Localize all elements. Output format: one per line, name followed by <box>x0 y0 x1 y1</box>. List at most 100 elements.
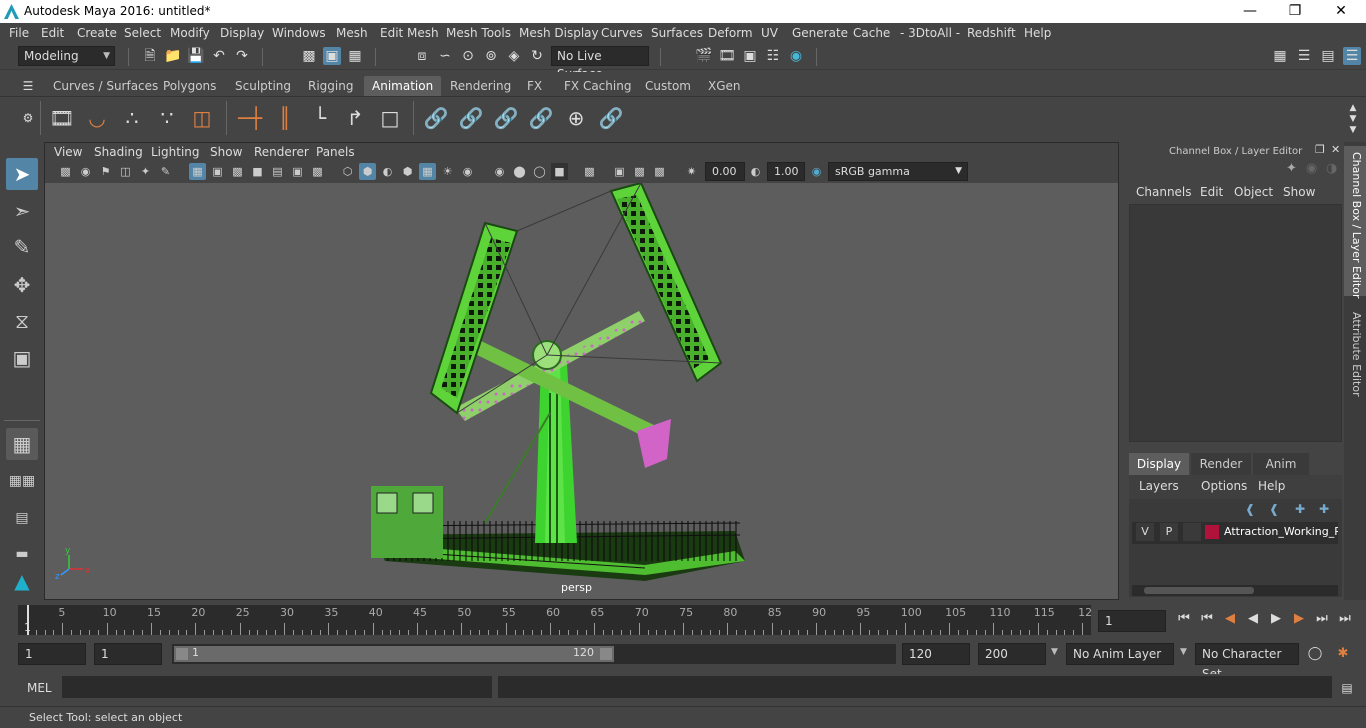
manipulator-icon[interactable]: ◉ <box>1306 161 1317 176</box>
four-view-layout-icon[interactable]: ▦▦ <box>6 465 38 497</box>
redo-icon[interactable]: ↷ <box>233 47 251 65</box>
shelf-tab-curves-surfaces[interactable]: Curves / Surfaces <box>45 76 166 96</box>
single-view-layout-icon[interactable]: ▦ <box>6 428 38 460</box>
save-scene-icon[interactable]: 💾 <box>187 47 205 65</box>
aim-constraint-icon[interactable]: ⊕ <box>563 105 589 131</box>
command-input[interactable] <box>62 676 492 698</box>
character-set-chevron-icon[interactable]: ▼ <box>1180 647 1187 657</box>
open-scene-icon[interactable]: 📁 <box>164 47 182 65</box>
object-menu[interactable]: Object <box>1234 185 1273 199</box>
close-panel-icon[interactable]: ✕ <box>1331 143 1340 156</box>
menu-display[interactable]: Display <box>220 26 264 40</box>
layers-menu[interactable]: Layers <box>1139 479 1179 493</box>
render-frame-icon[interactable]: 🎞 <box>718 47 736 65</box>
snap-view-icon[interactable]: ⊚ <box>482 47 500 65</box>
menu-edit-mesh[interactable]: Edit Mesh <box>380 26 439 40</box>
menu-windows[interactable]: Windows <box>272 26 326 40</box>
gamma-icon[interactable]: ◐ <box>747 163 764 180</box>
panel-menu-renderer[interactable]: Renderer <box>254 145 309 159</box>
anim-layer-dropdown[interactable]: No Anim Layer <box>1066 643 1174 665</box>
workspace-icon[interactable]: ▦ <box>1271 47 1289 65</box>
panel-menu-show[interactable]: Show <box>210 145 242 159</box>
float-panel-icon[interactable]: ❐ <box>1315 143 1325 156</box>
smooth-shade-icon[interactable]: ⬢ <box>359 163 376 180</box>
menu-cache[interactable]: Cache <box>853 26 890 40</box>
move-layer-down-icon[interactable]: ❰ <box>1269 502 1279 516</box>
menu-help[interactable]: Help <box>1024 26 1051 40</box>
parent-constraint-icon[interactable]: 🔗 <box>423 105 449 131</box>
layer-playback-toggle[interactable]: P <box>1160 523 1178 541</box>
show-menu[interactable]: Show <box>1283 185 1315 199</box>
panel-menu-shading[interactable]: Shading <box>94 145 143 159</box>
image-plane-icon[interactable]: ◫ <box>117 163 134 180</box>
maximize-button[interactable]: ❐ <box>1280 2 1310 20</box>
playback-end-field[interactable]: 120 <box>902 643 970 665</box>
side-tab-channel-box[interactable]: Channel Box / Layer Editor <box>1347 152 1363 299</box>
rotate-tool-icon[interactable]: ⧖ <box>6 305 38 337</box>
layer-row[interactable]: V P Attraction_Working_Pe <box>1132 522 1338 544</box>
scale-tool-icon[interactable]: ▣ <box>6 342 38 374</box>
channel-list[interactable] <box>1129 204 1342 442</box>
step-forward-frame-icon[interactable]: ▶ <box>1290 610 1308 628</box>
animation-start-field[interactable]: 1 <box>18 643 86 665</box>
shelf-tab-rendering[interactable]: Rendering <box>442 76 519 96</box>
menu-file[interactable]: File <box>9 26 29 40</box>
xray-icon[interactable]: ▩ <box>581 163 598 180</box>
shelf-tab-polygons[interactable]: Polygons <box>155 76 224 96</box>
layer-scrollbar[interactable] <box>1132 585 1338 596</box>
snap-grid-icon[interactable]: ⧈ <box>413 47 431 65</box>
snap-curve-icon[interactable]: ∽ <box>436 47 454 65</box>
select-object-icon[interactable]: ▣ <box>323 47 341 65</box>
shelf-tab-animation[interactable]: Animation <box>364 76 442 96</box>
scrollbar-thumb[interactable] <box>1144 587 1254 594</box>
character-set-dropdown[interactable]: No Character Set <box>1195 643 1299 681</box>
xray-joints-icon[interactable]: ▣ <box>611 163 628 180</box>
key-range-icon[interactable]: ◫ <box>189 105 215 131</box>
new-scene-icon[interactable]: 🗎 <box>141 47 159 65</box>
layer-tab-anim[interactable]: Anim <box>1253 453 1309 475</box>
shelf-menu-arrow-icon[interactable]: ▼ <box>1344 121 1362 139</box>
script-editor-icon[interactable]: ▤ <box>1338 679 1356 697</box>
playblast-icon[interactable]: 🎞 <box>49 105 75 131</box>
menu-mesh-display[interactable]: Mesh Display <box>519 26 599 40</box>
two-view-layout-icon[interactable]: ▤ <box>6 502 38 534</box>
select-component-icon[interactable]: ▦ <box>346 47 364 65</box>
playback-start-field[interactable]: 1 <box>94 643 162 665</box>
undo-icon[interactable]: ↶ <box>210 47 228 65</box>
grid-icon[interactable]: ▦ <box>189 163 206 180</box>
pole-vector-icon[interactable]: 🔗 <box>598 105 624 131</box>
safe-action-icon[interactable]: ▣ <box>289 163 306 180</box>
snap-point-icon[interactable]: ⊙ <box>459 47 477 65</box>
shelf-tab-fx-caching[interactable]: FX Caching <box>556 76 639 96</box>
range-bar[interactable]: 1 120 <box>174 646 614 662</box>
shelf-settings-gear-icon[interactable]: ⚙ <box>19 109 37 127</box>
menu-modify[interactable]: Modify <box>170 26 210 40</box>
wireframe-on-shaded-icon[interactable]: ◐ <box>379 163 396 180</box>
panel-menu-lighting[interactable]: Lighting <box>151 145 200 159</box>
anim-layer-chevron-icon[interactable]: ▼ <box>1051 647 1058 657</box>
menu-generate[interactable]: Generate <box>792 26 848 40</box>
gate-mask-icon[interactable]: ■ <box>249 163 266 180</box>
menu-redshift[interactable]: Redshift <box>967 26 1016 40</box>
menu-mesh[interactable]: Mesh <box>336 26 368 40</box>
render-view-icon[interactable]: 🎬 <box>695 47 713 65</box>
gamma-field[interactable]: 1.00 <box>767 162 805 181</box>
orient-constraint-icon[interactable]: 🔗 <box>493 105 519 131</box>
move-tool-icon[interactable]: ✥ <box>6 269 38 301</box>
move-layer-up-icon[interactable]: ❰ <box>1245 502 1255 516</box>
shelf-tab-rigging[interactable]: Rigging <box>300 76 361 96</box>
close-button[interactable]: ✕ <box>1326 2 1356 20</box>
speed-icon[interactable]: ◑ <box>1326 161 1337 176</box>
live-surface-field[interactable]: No Live Surface <box>551 46 649 81</box>
range-track[interactable]: 1 120 <box>172 644 896 664</box>
select-hierarchy-icon[interactable]: ▩ <box>300 47 318 65</box>
shelf-tab-sculpting[interactable]: Sculpting <box>227 76 299 96</box>
shelf-tab-custom[interactable]: Custom <box>637 76 699 96</box>
lasso-tool-icon[interactable]: ➣ <box>6 195 38 227</box>
go-to-end-icon[interactable]: ⏭ <box>1336 610 1354 628</box>
bookmark-icon[interactable]: ⚑ <box>97 163 114 180</box>
maya-home-icon[interactable]: ▲ <box>6 565 38 597</box>
safe-title-icon[interactable]: ▩ <box>309 163 326 180</box>
film-gate-icon[interactable]: ▣ <box>209 163 226 180</box>
channel-box-icon[interactable]: ☰ <box>1343 47 1361 65</box>
